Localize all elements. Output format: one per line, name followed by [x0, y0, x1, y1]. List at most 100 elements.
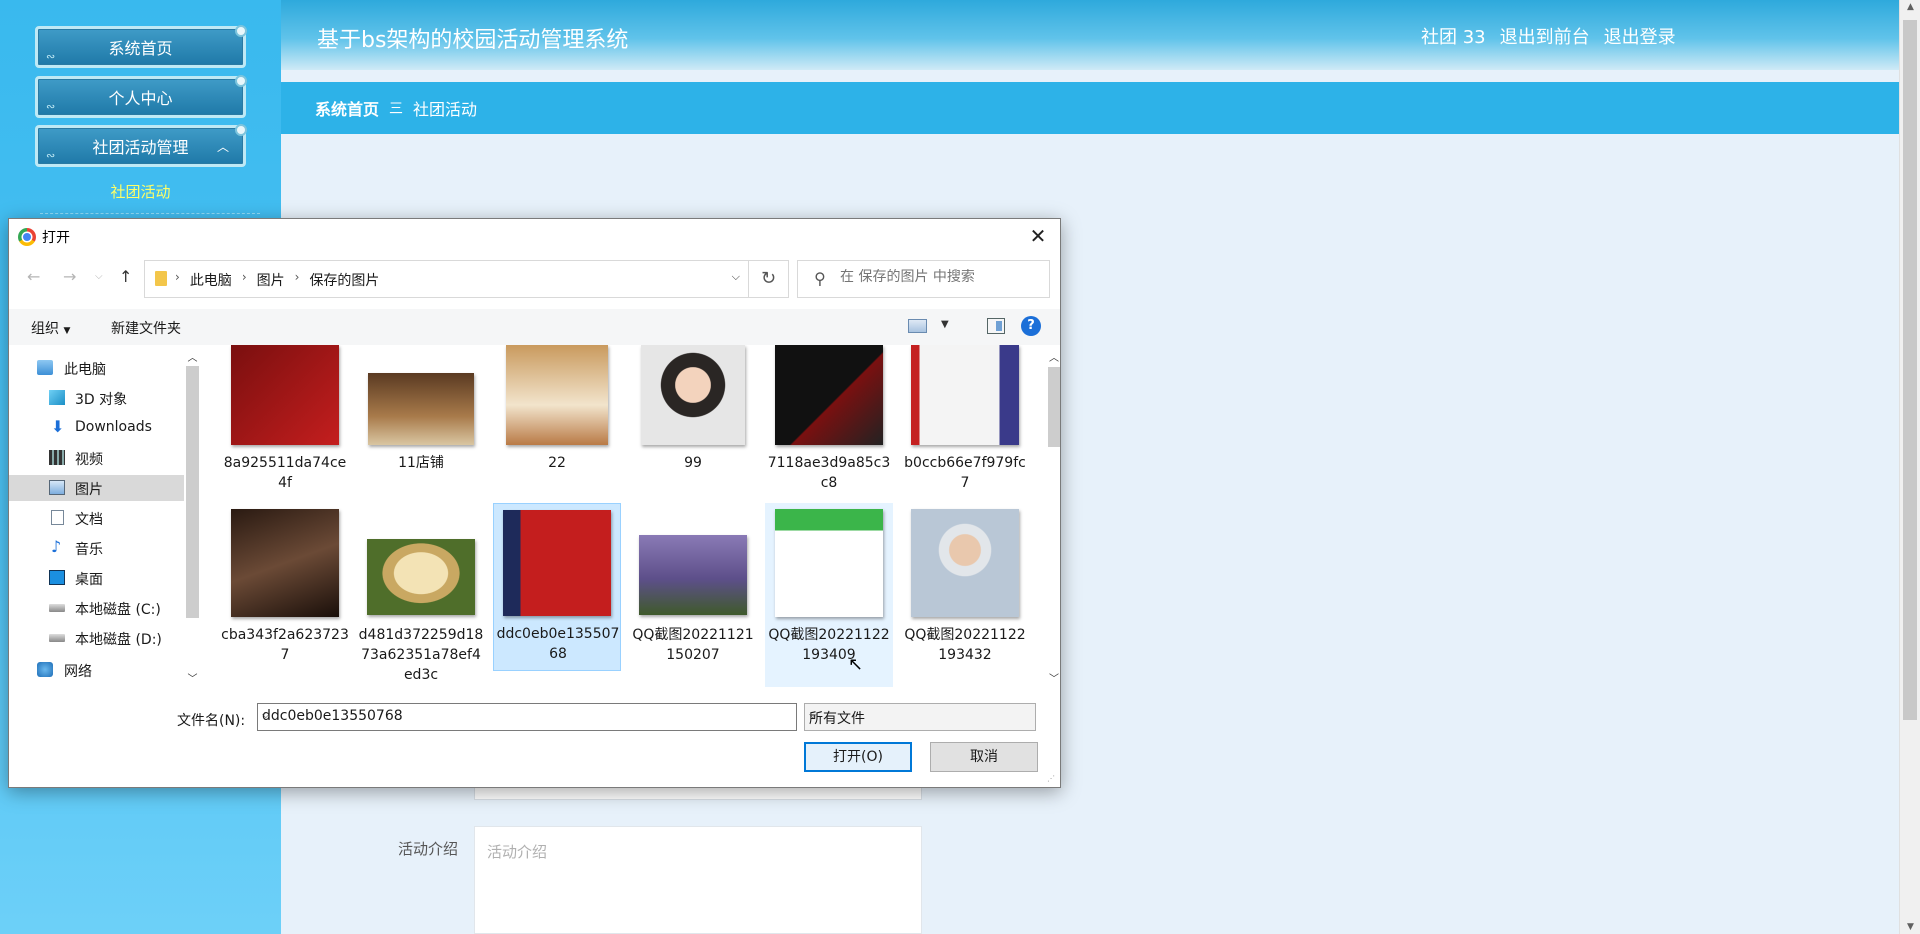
- tree-item-this-pc[interactable]: 此电脑: [9, 355, 184, 381]
- breadcrumb-home[interactable]: 系统首页: [315, 96, 379, 120]
- tree-item-label: 图片: [75, 482, 103, 498]
- tree-item-documents[interactable]: 文档: [9, 505, 184, 531]
- search-box[interactable]: ⚲: [797, 260, 1050, 298]
- intro-textarea[interactable]: 活动介绍: [474, 826, 922, 934]
- chevron-down-icon[interactable]: ﹀: [1047, 670, 1061, 685]
- file-item[interactable]: 8a925511da74ce4f: [221, 345, 349, 495]
- help-icon[interactable]: ?: [1021, 316, 1041, 336]
- tree-item-label: 桌面: [75, 572, 103, 588]
- image-thumbnail: [641, 345, 745, 445]
- recent-dropdown-icon[interactable]: ⌵: [95, 271, 103, 282]
- menu-home-button[interactable]: ∾ 系统首页: [35, 25, 247, 68]
- search-input[interactable]: [840, 269, 1040, 285]
- breadcrumb-separator: 三: [389, 101, 404, 117]
- path-segment[interactable]: 保存的图片: [309, 270, 379, 290]
- file-name: cba343f2a6237237: [221, 627, 349, 663]
- tree-item-3d-objects[interactable]: 3D 对象: [9, 385, 184, 411]
- tree-item-drive-d[interactable]: 本地磁盘 (D:): [9, 625, 184, 651]
- forward-arrow-icon[interactable]: →: [63, 267, 76, 286]
- file-item[interactable]: 99: [629, 345, 757, 495]
- file-name: 8a925511da74ce4f: [223, 455, 347, 491]
- page-scrollbar[interactable]: ▲ ▼: [1899, 0, 1920, 934]
- scrollbar-thumb[interactable]: [1903, 20, 1917, 720]
- back-arrow-icon[interactable]: ←: [27, 267, 40, 286]
- organize-button[interactable]: 组织 ▼: [31, 318, 70, 338]
- submenu-club-activity[interactable]: 社团活动: [0, 181, 281, 202]
- chevron-up-icon: ︿: [216, 140, 229, 154]
- tree-item-pictures[interactable]: 图片: [9, 475, 184, 501]
- refresh-icon[interactable]: ↻: [749, 260, 789, 298]
- file-grid: 8a925511da74ce4f 11店铺 22 99 7118ae3d9a85…: [205, 345, 1047, 687]
- close-icon[interactable]: ✕: [1024, 222, 1052, 250]
- tree-item-music[interactable]: ♪ 音乐: [9, 535, 184, 561]
- preview-pane-icon[interactable]: [987, 318, 1005, 334]
- tree-scrollbar[interactable]: ︿ ﹀: [184, 345, 201, 687]
- file-name: QQ截图20221122193432: [904, 627, 1026, 663]
- file-item[interactable]: b0ccb66e7f979fc7: [901, 345, 1029, 495]
- tree-item-videos[interactable]: 视频: [9, 445, 184, 471]
- file-name: 11店铺: [398, 455, 444, 471]
- file-item[interactable]: 22: [493, 345, 621, 495]
- file-grid-scrollbar[interactable]: ︿ ﹀: [1047, 345, 1061, 687]
- image-thumbnail: [231, 509, 339, 617]
- back-to-frontend-link[interactable]: 退出到前台: [1500, 23, 1590, 49]
- image-thumbnail: [506, 345, 608, 445]
- chevron-down-icon[interactable]: ⌵: [732, 270, 740, 284]
- file-item-selected[interactable]: ddc0eb0e13550768: [493, 503, 621, 671]
- music-icon: ♪: [51, 537, 62, 556]
- header-links: 社团 33 退出到前台 退出登录: [1421, 23, 1676, 49]
- file-item-hovered[interactable]: QQ截图20221122193409: [765, 503, 893, 687]
- chrome-icon: [18, 228, 36, 246]
- new-folder-button[interactable]: 新建文件夹: [111, 318, 181, 338]
- cancel-button[interactable]: 取消: [930, 742, 1038, 772]
- chevron-up-icon[interactable]: ︿: [184, 349, 201, 364]
- scrollbar-thumb[interactable]: [186, 366, 199, 618]
- tree-item-network[interactable]: 网络: [9, 657, 184, 683]
- drive-icon: [49, 604, 65, 612]
- scroll-down-icon[interactable]: ▼: [1900, 922, 1920, 932]
- path-segment[interactable]: 图片: [257, 270, 285, 290]
- tree-item-label: 音乐: [75, 542, 103, 558]
- path-segment[interactable]: 此电脑: [190, 270, 232, 290]
- menu-profile-button[interactable]: ∾ 个人中心: [35, 75, 247, 118]
- mouse-cursor-icon: ↖: [848, 654, 864, 675]
- computer-icon: [37, 360, 53, 375]
- navigation-bar: ← → ⌵ ↑ › 此电脑 › 图片 › 保存的图片 ⌵ ↻ ⚲: [9, 257, 1060, 298]
- file-item[interactable]: QQ截图20221122193432: [901, 503, 1029, 687]
- tree-item-downloads[interactable]: ⬇ Downloads: [9, 415, 184, 441]
- logout-link[interactable]: 退出登录: [1604, 23, 1676, 49]
- network-icon: [37, 662, 53, 677]
- tree-item-label: Downloads: [75, 419, 152, 435]
- app-title: 基于bs架构的校园活动管理系统: [317, 28, 629, 53]
- tree-item-desktop[interactable]: 桌面: [9, 565, 184, 591]
- chevron-down-icon[interactable]: ﹀: [184, 670, 201, 685]
- menu-activity-manage-label: 社团活动管理: [92, 138, 189, 157]
- caret-down-icon[interactable]: ▼: [941, 319, 949, 330]
- file-item[interactable]: d481d372259d1873a62351a78ef4ed3c: [357, 503, 485, 687]
- ornament-icon: [235, 75, 247, 87]
- menu-activity-manage-button[interactable]: ∾ 社团活动管理 ︿: [35, 124, 247, 167]
- scrollbar-thumb[interactable]: [1048, 367, 1060, 447]
- dialog-titlebar[interactable]: 打开 ✕: [9, 219, 1060, 253]
- view-mode-icon[interactable]: [908, 319, 927, 333]
- tree-item-drive-c[interactable]: 本地磁盘 (C:): [9, 595, 184, 621]
- tree-item-label: 此电脑: [64, 362, 106, 378]
- breadcrumb: 系统首页 三 社团活动: [281, 82, 1899, 134]
- address-bar[interactable]: › 此电脑 › 图片 › 保存的图片 ⌵: [144, 260, 749, 298]
- resize-grip-icon[interactable]: ⋰: [1047, 774, 1057, 784]
- file-type-select[interactable]: 所有文件 ⌵: [804, 703, 1036, 731]
- chevron-down-icon[interactable]: ⌵: [262, 710, 792, 721]
- open-button[interactable]: 打开(O): [804, 742, 912, 772]
- chevron-up-icon[interactable]: ︿: [1047, 349, 1061, 364]
- file-item[interactable]: QQ截图20221121150207: [629, 503, 757, 687]
- up-arrow-icon[interactable]: ↑: [119, 267, 132, 286]
- file-name-input[interactable]: ddc0eb0e13550768 ⌵: [257, 703, 797, 731]
- chevron-right-icon: ›: [294, 270, 300, 284]
- dialog-title: 打开: [42, 230, 70, 246]
- file-item[interactable]: 7118ae3d9a85c3c8: [765, 345, 893, 495]
- file-item[interactable]: 11店铺: [357, 345, 485, 495]
- image-thumbnail: [639, 535, 747, 615]
- scroll-up-icon[interactable]: ▲: [1900, 2, 1920, 12]
- divider: [40, 213, 260, 214]
- file-item[interactable]: cba343f2a6237237: [221, 503, 349, 687]
